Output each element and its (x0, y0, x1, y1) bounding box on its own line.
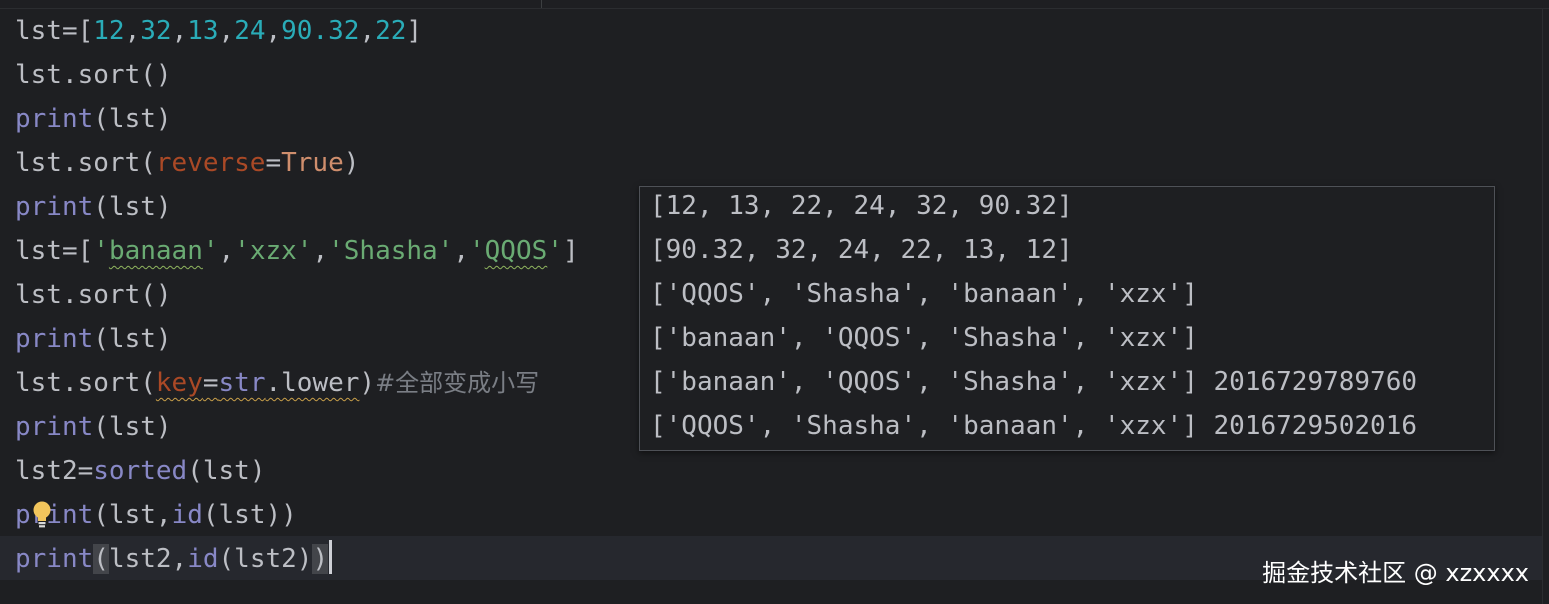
output-line: ['banaan', 'QQOS', 'Shasha', 'xzx'] (650, 323, 1198, 353)
code-token: lst2, (108, 544, 188, 574)
code-token: ] (562, 236, 579, 266)
editor-top-bar (0, 0, 1549, 9)
code-token: (lst) (93, 192, 172, 222)
code-token: 13 (187, 16, 219, 46)
code-line[interactable]: print(lst) (15, 405, 172, 449)
code-token: ] (406, 16, 423, 46)
code-token: , (218, 16, 235, 46)
code-token: ) (359, 368, 376, 398)
code-token: (lst, (93, 500, 172, 530)
code-token: ( (93, 544, 109, 574)
code-token: ' (202, 236, 219, 266)
output-line: ['QQOS', 'Shasha', 'banaan', 'xzx'] (650, 279, 1198, 309)
code-token: , (359, 16, 376, 46)
code-token: , (265, 16, 282, 46)
code-token: lst=[ (15, 236, 94, 266)
code-token: 'Shasha' (328, 236, 454, 266)
code-token: ' (547, 236, 563, 266)
code-token: print (15, 500, 94, 530)
code-token: key (155, 368, 203, 398)
code-line[interactable]: print(lst) (15, 97, 172, 141)
code-token: True (281, 148, 344, 178)
code-token: lst.sort() (15, 280, 172, 310)
code-line[interactable]: print(lst) (15, 317, 172, 361)
code-token: #全部变成小写 (375, 369, 540, 397)
code-token: lst=[ (15, 16, 94, 46)
code-token: (lst) (93, 412, 172, 442)
code-token: 24 (234, 16, 266, 46)
code-token: lst.sort() (15, 60, 172, 90)
code-token: 32 (140, 16, 172, 46)
pane-divider[interactable] (541, 0, 542, 8)
code-token: .lower (265, 368, 360, 398)
code-token: , (171, 16, 188, 46)
code-token: (lst2) (218, 544, 313, 574)
text-caret (329, 540, 333, 574)
code-token: id (171, 500, 203, 530)
code-token: lst.sort( (15, 368, 156, 398)
code-token: ) (312, 544, 329, 574)
code-token: , (312, 236, 329, 266)
code-token: ' (469, 236, 485, 266)
code-token: (lst)) (202, 500, 297, 530)
code-token: print (15, 412, 94, 442)
code-token: (lst) (93, 104, 172, 134)
code-token: , (218, 236, 235, 266)
lightbulb-icon[interactable] (32, 501, 52, 531)
code-token: (lst) (187, 456, 266, 486)
code-token: print (15, 192, 94, 222)
code-token: id (187, 544, 219, 574)
code-token: 'xzx' (234, 236, 313, 266)
code-token: reverse (155, 148, 266, 178)
code-token: 90.32 (281, 16, 360, 46)
output-line: [90.32, 32, 24, 22, 13, 12] (650, 235, 1073, 265)
output-line: [12, 13, 22, 24, 32, 90.32] (650, 191, 1073, 221)
code-token: lst2= (15, 456, 94, 486)
output-line: ['banaan', 'QQOS', 'Shasha', 'xzx'] 2016… (650, 367, 1418, 397)
code-token: ) (343, 148, 360, 178)
code-token: print (15, 544, 94, 574)
code-line[interactable]: lst.sort() (15, 273, 172, 317)
code-token: QQOS (484, 236, 548, 266)
run-output-panel: [12, 13, 22, 24, 32, 90.32] [90.32, 32, 2… (639, 186, 1495, 451)
code-token: lst.sort( (15, 148, 156, 178)
code-line[interactable]: lst2=sorted(lst) (15, 449, 265, 493)
code-token: (lst) (93, 324, 172, 354)
code-line[interactable]: lst.sort() (15, 53, 172, 97)
code-line[interactable]: lst.sort(key=str.lower)#全部变成小写 (15, 361, 539, 405)
code-token: sorted (93, 456, 188, 486)
watermark: 掘金技术社区 @ xzxxxx (1262, 559, 1529, 587)
output-line: ['QQOS', 'Shasha', 'banaan', 'xzx'] 2016… (650, 411, 1418, 441)
code-token: , (453, 236, 469, 266)
code-token: 12 (93, 16, 125, 46)
code-line[interactable]: print(lst2,id(lst2)) (15, 537, 333, 581)
code-token: print (15, 324, 94, 354)
code-line[interactable]: lst.sort(reverse=True) (15, 141, 359, 185)
code-token: 22 (375, 16, 407, 46)
code-token: = (265, 148, 282, 178)
code-token: banaan (108, 236, 203, 266)
code-line[interactable]: print(lst) (15, 185, 172, 229)
code-token: , (124, 16, 141, 46)
code-token: str (218, 368, 266, 398)
code-token: print (15, 104, 94, 134)
code-token: = (202, 368, 219, 398)
code-line[interactable]: lst=['banaan','xzx','Shasha','QQOS'] (15, 229, 579, 273)
scrollbar-gutter[interactable] (1542, 9, 1549, 604)
code-token: ' (93, 236, 109, 266)
code-line[interactable]: lst=[12,32,13,24,90.32,22] (15, 9, 422, 53)
code-line[interactable]: print(lst,id(lst)) (15, 493, 297, 537)
